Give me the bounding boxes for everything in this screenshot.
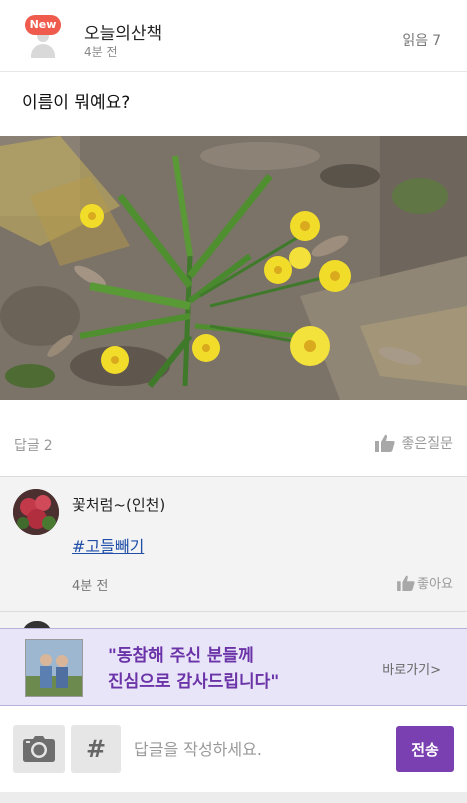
banner-line-2: 진심으로 감사드립니다": [108, 672, 280, 692]
read-label: 읽음: [402, 33, 429, 49]
author-name[interactable]: 오늘의산책: [84, 19, 162, 44]
reply-like-button[interactable]: 좋아요: [397, 573, 453, 592]
post-meta: 답글 2 좋은질문: [0, 424, 467, 460]
thumbs-up-icon: [397, 575, 415, 591]
post-time: 4분 전: [84, 45, 118, 59]
reply-count: 답글 2: [14, 435, 53, 455]
banner-thumbnail: [25, 639, 83, 697]
reply-like-label: 좋아요: [417, 577, 453, 592]
reply-count-value: 2: [43, 438, 53, 454]
new-badge: New: [25, 15, 61, 35]
replies-list: 꽃처럼~(인천) #고들빼기 4분 전 좋아요: [0, 477, 467, 635]
banner-message: "동참해 주신 분들께 진심으로 감사드립니다": [108, 643, 279, 695]
read-count-value: 7: [432, 33, 441, 49]
reply-hashtag-link[interactable]: #고들빼기: [72, 533, 144, 557]
banner-line-1: "동참해 주신 분들께: [108, 646, 254, 666]
hashtag-button[interactable]: #: [71, 725, 121, 773]
good-question-button[interactable]: 좋은질문: [375, 433, 453, 453]
campaign-banner[interactable]: "동참해 주신 분들께 진심으로 감사드립니다" 바로가기>: [0, 628, 467, 706]
send-button[interactable]: 전송: [396, 726, 454, 772]
thumbs-up-icon: [375, 434, 396, 452]
reply-author[interactable]: 꽃처럼~(인천): [72, 494, 165, 515]
post-header: New 오늘의산책 4분 전 읽음 7: [0, 0, 467, 72]
reply-composer: # 전송: [0, 706, 467, 792]
good-question-label: 좋은질문: [401, 436, 453, 452]
post-question: 이름이 뭐예요?: [22, 93, 131, 113]
reply-time: 4분 전: [72, 579, 109, 594]
read-count: 읽음 7: [402, 30, 441, 50]
reply-divider: [0, 611, 467, 612]
bottom-bar: [0, 792, 467, 803]
reply-count-label: 답글: [14, 438, 40, 454]
camera-button[interactable]: [13, 725, 65, 773]
reply-avatar[interactable]: [13, 489, 59, 535]
flower-photo-image: [0, 136, 467, 400]
reply-input[interactable]: [128, 727, 388, 771]
banner-shortcut-link[interactable]: 바로가기>: [382, 659, 441, 678]
camera-icon: [23, 736, 55, 762]
post-photo[interactable]: [0, 136, 467, 400]
